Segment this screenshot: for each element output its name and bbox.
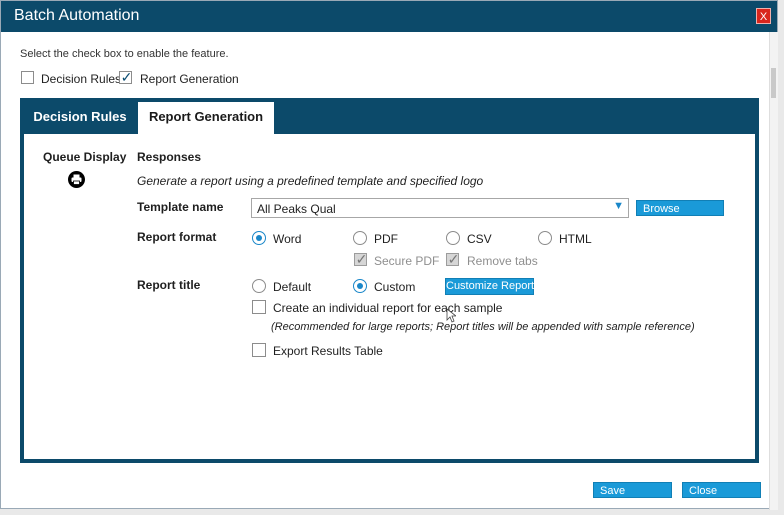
title-custom-radio[interactable] <box>353 279 367 293</box>
secure-pdf-label: Secure PDF <box>374 254 440 268</box>
format-pdf-radio[interactable] <box>353 231 367 245</box>
printer-icon <box>68 171 85 188</box>
export-results-checkbox[interactable] <box>252 343 266 357</box>
scrollbar-thumb[interactable] <box>771 68 776 98</box>
template-name-value: All Peaks Qual <box>257 202 336 216</box>
report-generation-checkbox-label: Report Generation <box>140 72 239 86</box>
template-name-label: Template name <box>137 200 224 214</box>
format-html-radio[interactable] <box>538 231 552 245</box>
batch-automation-dialog: Batch Automation X Select the check box … <box>0 0 778 510</box>
report-generation-checkbox[interactable]: ✓ <box>119 69 133 85</box>
individual-report-note: (Recommended for large reports; Report t… <box>271 321 695 333</box>
format-word-label: Word <box>273 232 302 246</box>
individual-report-label: Create an individual report for each sam… <box>273 301 503 315</box>
report-title-label: Report title <box>137 278 201 292</box>
secure-pdf-checkbox[interactable]: ✓ <box>354 251 368 267</box>
browse-button[interactable]: Browse <box>636 200 724 216</box>
template-name-dropdown[interactable]: All Peaks Qual ▼ <box>251 198 629 218</box>
format-csv-radio[interactable] <box>446 231 460 245</box>
title-default-label: Default <box>273 280 312 294</box>
mouse-cursor-icon <box>446 308 456 323</box>
format-csv-label: CSV <box>467 232 492 246</box>
format-word-radio[interactable] <box>252 231 266 245</box>
close-window-button[interactable]: X <box>756 8 771 24</box>
scrollbar[interactable] <box>769 32 778 510</box>
format-pdf-label: PDF <box>374 232 398 246</box>
decision-rules-checkbox-label: Decision Rules <box>41 72 122 86</box>
remove-tabs-label: Remove tabs <box>467 254 538 268</box>
responses-description: Generate a report using a predefined tem… <box>137 174 484 188</box>
decision-rules-checkbox[interactable] <box>21 71 34 84</box>
save-button[interactable]: Save <box>593 482 672 498</box>
title-bar: Batch Automation X <box>1 1 777 32</box>
instruction-text: Select the check box to enable the featu… <box>20 48 229 60</box>
dialog-title: Batch Automation <box>14 7 140 24</box>
customize-report-button[interactable]: Customize Report <box>445 278 534 295</box>
tab-decision-rules[interactable]: Decision Rules <box>24 102 136 134</box>
format-html-label: HTML <box>559 232 592 246</box>
export-results-label: Export Results Table <box>273 344 383 358</box>
title-custom-label: Custom <box>374 280 416 294</box>
responses-heading: Responses <box>137 150 202 164</box>
report-format-label: Report format <box>137 230 217 244</box>
checkmark-icon: ✓ <box>447 251 460 267</box>
close-button[interactable]: Close <box>682 482 761 498</box>
remove-tabs-checkbox[interactable]: ✓ <box>446 251 460 267</box>
individual-report-checkbox[interactable] <box>252 300 266 314</box>
tab-report-generation[interactable]: Report Generation <box>138 102 274 134</box>
checkmark-icon: ✓ <box>120 69 133 85</box>
title-default-radio[interactable] <box>252 279 266 293</box>
chevron-down-icon: ▼ <box>613 200 624 212</box>
checkmark-icon: ✓ <box>355 251 368 267</box>
queue-display-label: Queue Display <box>43 150 127 164</box>
